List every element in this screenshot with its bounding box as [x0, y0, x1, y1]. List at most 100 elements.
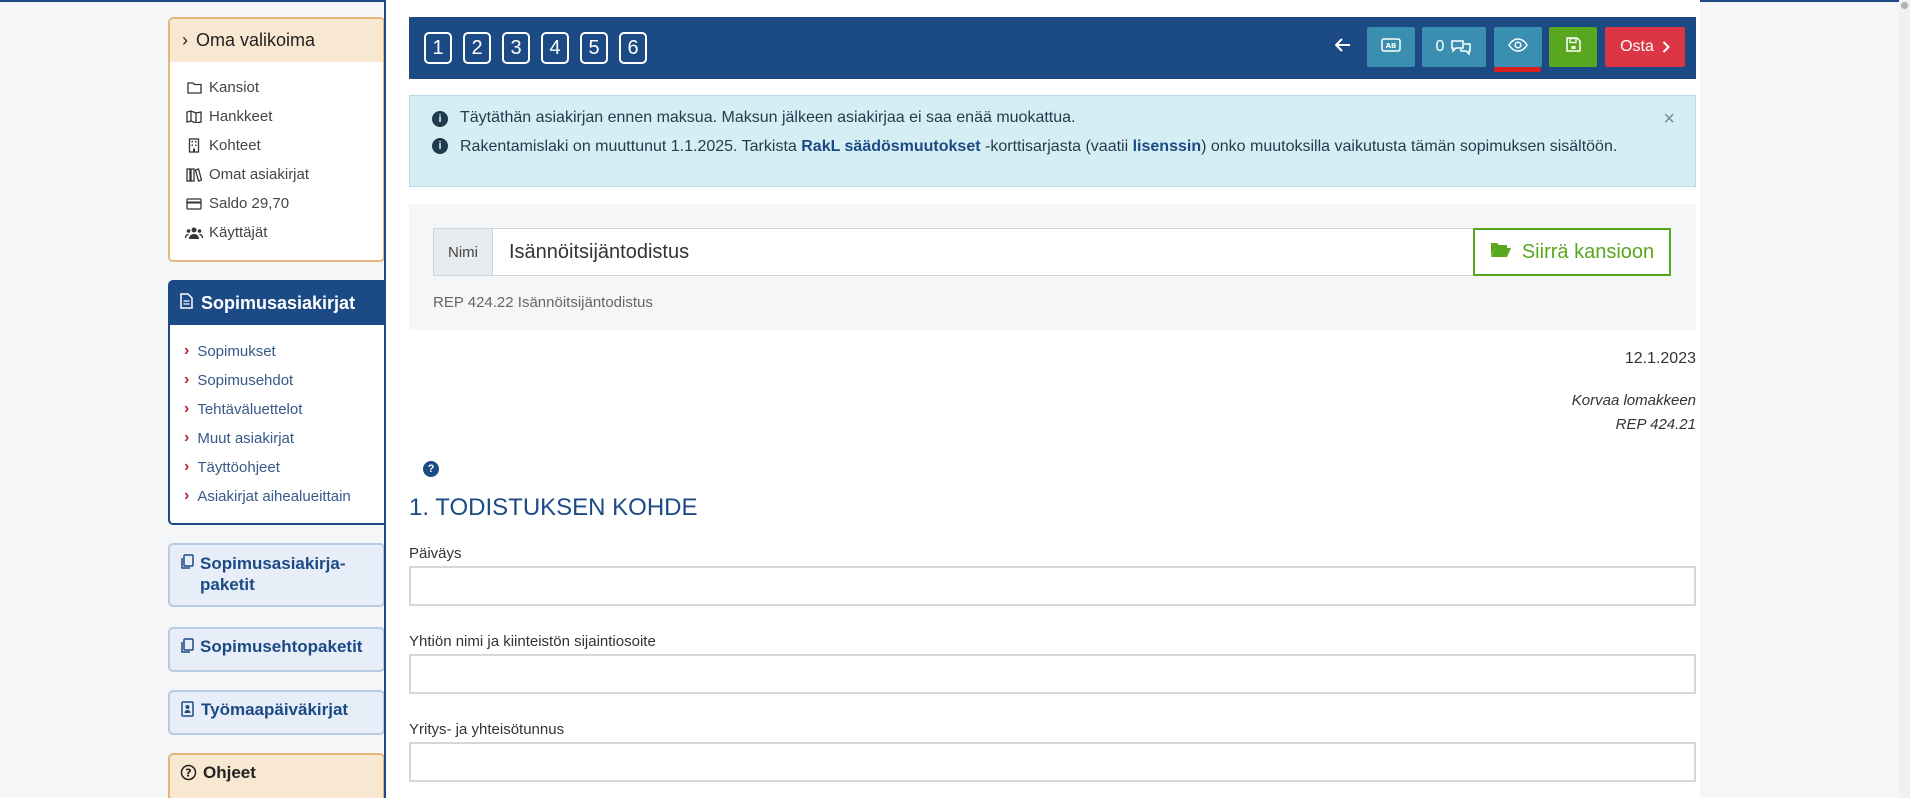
step-6-button[interactable]: 6	[619, 32, 647, 64]
step-3-button[interactable]: 3	[502, 32, 530, 64]
info-alert: i Täytäthän asiakirjan ennen maksua. Mak…	[409, 95, 1696, 187]
info-icon: i	[432, 111, 448, 127]
spellcheck-button[interactable]: AB	[1367, 27, 1415, 67]
field-label-business-id: Yritys- ja yhteisötunnus	[409, 721, 565, 738]
close-icon[interactable]: ×	[1663, 108, 1675, 131]
scrollbar[interactable]	[1899, 0, 1910, 798]
comments-count: 0	[1435, 38, 1445, 55]
preview-button[interactable]	[1494, 27, 1542, 67]
document-date: 12.1.2023	[1624, 350, 1696, 367]
license-link[interactable]: lisenssin	[1133, 138, 1201, 155]
contract-documents-header[interactable]: Sopimusasiakirjat	[170, 282, 385, 325]
sidebar-item-label: Työmaapäiväkirjat	[201, 700, 349, 719]
sidebar-item-label: Saldo 29,70	[209, 195, 290, 212]
svg-text:?: ?	[185, 767, 191, 780]
back-button[interactable]	[1319, 27, 1367, 67]
company-address-field[interactable]	[409, 654, 1696, 694]
chevron-right-icon: ›	[184, 400, 190, 417]
sidebar-item-label: Asiakirjat aihealueittain	[197, 487, 351, 505]
sidebar-item-kansiot[interactable]: Kansiot	[185, 79, 259, 96]
chevron-right-icon: ›	[184, 371, 190, 388]
chevron-right-icon: ›	[184, 342, 190, 359]
sidebar-item-tayttoohjeet[interactable]: › Täyttöohjeet	[184, 458, 280, 476]
save-button[interactable]	[1549, 27, 1597, 67]
step-5-button[interactable]: 5	[580, 32, 608, 64]
copy-icon	[180, 554, 194, 575]
info-icon: i	[432, 138, 448, 154]
sidebar-item-label: Omat asiakirjat	[209, 166, 310, 183]
field-label-company-address: Yhtiön nimi ja kiinteistön sijaintiosoit…	[409, 633, 656, 650]
spellcheck-icon: AB	[1381, 37, 1401, 57]
chevron-right-icon: ›	[182, 30, 188, 50]
alert-text-2-mid: -korttisarjasta (vaatii	[980, 138, 1133, 155]
sidebar-item-help[interactable]: ? Ohjeet	[168, 753, 385, 798]
question-circle-icon: ?	[180, 764, 197, 786]
buy-button[interactable]: Osta	[1605, 27, 1685, 67]
folder-open-icon	[1490, 241, 1512, 264]
alert-line-1: i Täytäthän asiakirjan ennen maksua. Mak…	[432, 109, 1075, 127]
sidebar-item-label: Sopimusasiakirja-paketit	[200, 554, 346, 594]
own-selection-panel: › Oma valikoima Kansiot Hankkeet Kohteet…	[168, 17, 385, 262]
business-id-field[interactable]	[409, 742, 1696, 782]
sidebar-item-sopimusehdot[interactable]: › Sopimusehdot	[184, 371, 293, 389]
users-icon	[185, 226, 203, 240]
move-to-folder-button[interactable]: Siirrä kansioon	[1473, 228, 1671, 276]
comments-button[interactable]: 0	[1422, 27, 1486, 67]
document-icon	[180, 293, 193, 314]
step-1-button[interactable]: 1	[424, 32, 452, 64]
chevron-right-icon	[1662, 41, 1670, 53]
alert-text-1: Täytäthän asiakirjan ennen maksua. Maksu…	[460, 109, 1076, 126]
arrow-left-icon	[1334, 37, 1351, 57]
sidebar-item-kayttajat[interactable]: Käyttäjät	[185, 224, 267, 241]
sidebar-item-label: Kansiot	[209, 79, 260, 96]
section-title: 1. TODISTUKSEN KOHDE	[409, 494, 698, 521]
alert-text-2: Rakentamislaki on muuttunut 1.1.2025. Ta…	[460, 136, 1617, 157]
name-label: Nimi	[433, 228, 493, 276]
sidebar-item-hankkeet[interactable]: Hankkeet	[185, 108, 272, 125]
sidebar-item-label: Sopimusehtopaketit	[200, 637, 363, 656]
replaces-line-2: REP 424.21	[1615, 416, 1696, 433]
help-icon[interactable]: ?	[423, 461, 439, 477]
contract-documents-panel: Sopimusasiakirjat › Sopimukset › Sopimuseh…	[168, 280, 385, 525]
move-to-folder-label: Siirrä kansioon	[1521, 240, 1655, 263]
sidebar-item-omat-asiakirjat[interactable]: Omat asiakirjat	[185, 166, 309, 183]
sidebar-item-label: Tehtäväluettelot	[197, 400, 303, 418]
sidebar-item-muut-asiakirjat[interactable]: › Muut asiakirjat	[184, 429, 294, 447]
sidebar-item-label: Käyttäjät	[209, 224, 268, 241]
alert-text-2-post: ) onko muutoksilla vaikutusta tämän sopi…	[1201, 138, 1618, 155]
sidebar-item-kohteet[interactable]: Kohteet	[185, 137, 261, 154]
replaces-form: Korvaa lomakkeen REP 424.21	[1572, 389, 1696, 437]
books-icon	[185, 167, 203, 182]
chevron-right-icon: ›	[184, 487, 190, 504]
save-icon	[1565, 37, 1581, 57]
scrollbar-thumb[interactable]	[1901, 2, 1908, 9]
sidebar-item-asiakirjat-aihealueittain[interactable]: › Asiakirjat aihealueittain	[184, 487, 351, 505]
rakl-changes-link[interactable]: RakL säädösmuutokset	[801, 138, 980, 155]
buy-label: Osta	[1620, 38, 1654, 55]
step-2-button[interactable]: 2	[463, 32, 491, 64]
date-field[interactable]	[409, 566, 1696, 606]
chevron-right-icon: ›	[184, 458, 190, 475]
active-indicator	[1494, 67, 1541, 72]
sidebar-item-saldo[interactable]: Saldo 29,70	[185, 195, 289, 212]
contact-book-icon	[180, 701, 195, 722]
sidebar-item-label: Täyttöohjeet	[197, 458, 280, 476]
sidebar-item-label: Muut asiakirjat	[197, 429, 295, 447]
sidebar-item-site-diaries[interactable]: Työmaapäiväkirjat	[168, 690, 385, 735]
sidebar-item-contract-packages[interactable]: Sopimusasiakirja-paketit	[168, 543, 385, 607]
building-icon	[185, 138, 203, 153]
own-selection-title: Oma valikoima	[196, 30, 316, 50]
chevron-right-icon: ›	[184, 429, 190, 446]
svg-text:AB: AB	[1386, 42, 1397, 50]
eye-icon	[1508, 37, 1528, 57]
folder-icon	[185, 81, 203, 94]
step-4-button[interactable]: 4	[541, 32, 569, 64]
sidebar-item-tehtavaluettelot[interactable]: › Tehtäväluettelot	[184, 400, 302, 418]
document-name-input[interactable]: Isännöitsijäntodistus	[493, 228, 1483, 276]
comments-icon	[1450, 39, 1472, 55]
alert-line-2: i Rakentamislaki on muuttunut 1.1.2025. …	[432, 136, 1652, 157]
copy-icon	[180, 638, 194, 659]
sidebar-item-term-packages[interactable]: Sopimusehtopaketit	[168, 627, 385, 672]
sidebar-item-sopimukset[interactable]: › Sopimukset	[184, 342, 276, 360]
own-selection-header[interactable]: › Oma valikoima	[170, 19, 383, 62]
